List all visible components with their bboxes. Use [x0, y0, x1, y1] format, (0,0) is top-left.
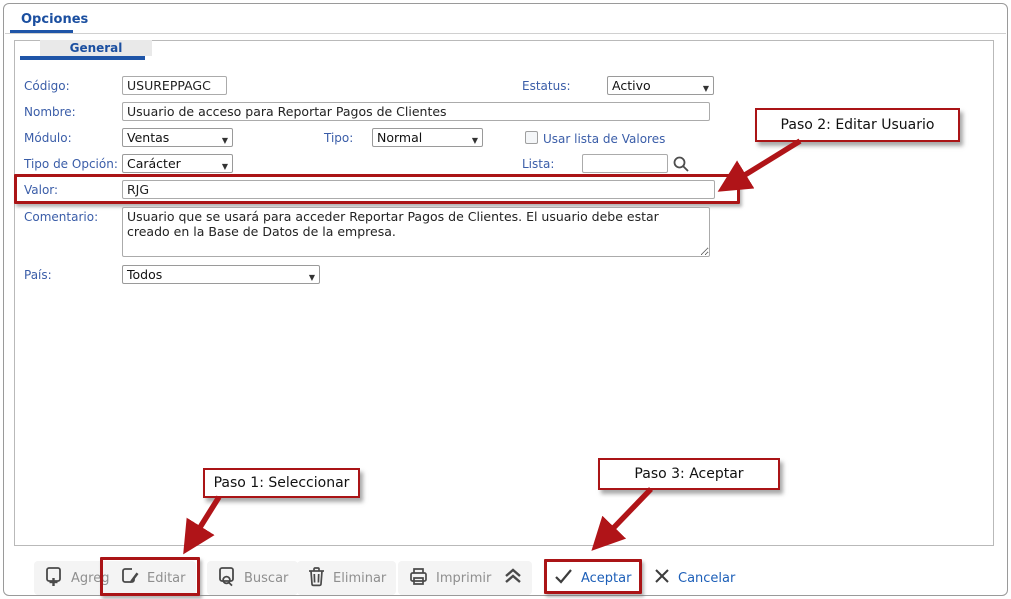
tipo-label: Tipo: — [324, 131, 353, 145]
usar-lista-label: Usar lista de Valores — [543, 132, 665, 146]
eliminar-label: Eliminar — [333, 571, 386, 586]
close-icon — [654, 568, 670, 588]
tipo-select[interactable]: Normal ▼ — [372, 128, 483, 147]
tab-general[interactable]: General — [40, 40, 152, 56]
header-divider — [5, 33, 1006, 34]
printer-icon — [408, 566, 429, 591]
collapse-toolbar-icon[interactable] — [502, 566, 524, 590]
buscar-label: Buscar — [244, 571, 288, 586]
chevron-down-icon: ▼ — [703, 81, 709, 97]
pais-selected-value: Todos — [127, 267, 162, 282]
editar-highlight-box — [100, 557, 200, 596]
comentario-label: Comentario: — [24, 210, 98, 224]
modulo-selected-value: Ventas — [127, 130, 169, 145]
chevron-down-icon: ▼ — [309, 270, 315, 286]
tipo-selected-value: Normal — [377, 130, 422, 145]
options-window: Opciones General Código: Estatus: Activo… — [3, 3, 1008, 596]
comentario-field[interactable] — [122, 207, 710, 257]
modulo-label: Módulo: — [24, 131, 72, 145]
nombre-label: Nombre: — [24, 105, 76, 119]
modulo-select[interactable]: Ventas ▼ — [122, 128, 233, 147]
nombre-field[interactable] — [122, 102, 710, 121]
imprimir-label: Imprimir — [436, 571, 491, 586]
cancelar-button[interactable]: Cancelar — [654, 564, 735, 592]
chevron-down-icon: ▼ — [222, 133, 228, 149]
tipo-opcion-selected-value: Carácter — [127, 156, 181, 171]
eliminar-button[interactable]: Eliminar — [297, 561, 396, 595]
search-record-icon — [217, 566, 237, 591]
chevron-down-icon: ▼ — [222, 159, 228, 175]
estatus-label: Estatus: — [522, 79, 571, 93]
tipo-opcion-select[interactable]: Carácter ▼ — [122, 154, 233, 173]
callout-paso-1: Paso 1: Seleccionar — [203, 468, 360, 498]
imprimir-button[interactable]: Imprimir — [398, 561, 532, 595]
chevron-down-icon: ▼ — [472, 133, 478, 149]
valor-highlight-box — [14, 174, 740, 204]
add-record-icon — [44, 566, 64, 591]
trash-icon — [307, 566, 326, 591]
lista-field[interactable] — [582, 154, 668, 173]
buscar-button[interactable]: Buscar — [207, 561, 298, 595]
estatus-select[interactable]: Activo ▼ — [607, 76, 714, 95]
cancelar-label: Cancelar — [678, 571, 735, 586]
tipo-opcion-label: Tipo de Opción: — [24, 157, 118, 171]
callout-paso-3: Paso 3: Aceptar — [598, 458, 780, 490]
codigo-label: Código: — [24, 79, 70, 93]
page-title: Opciones — [21, 12, 88, 27]
pais-label: País: — [24, 268, 52, 282]
aceptar-highlight-box — [544, 559, 642, 594]
tab-general-underline — [20, 56, 145, 60]
callout-paso-2: Paso 2: Editar Usuario — [755, 108, 960, 142]
lista-label: Lista: — [522, 157, 554, 171]
codigo-field[interactable] — [122, 76, 227, 95]
estatus-selected-value: Activo — [612, 78, 651, 93]
pais-select[interactable]: Todos ▼ — [122, 265, 320, 284]
usar-lista-checkbox[interactable] — [525, 131, 538, 144]
